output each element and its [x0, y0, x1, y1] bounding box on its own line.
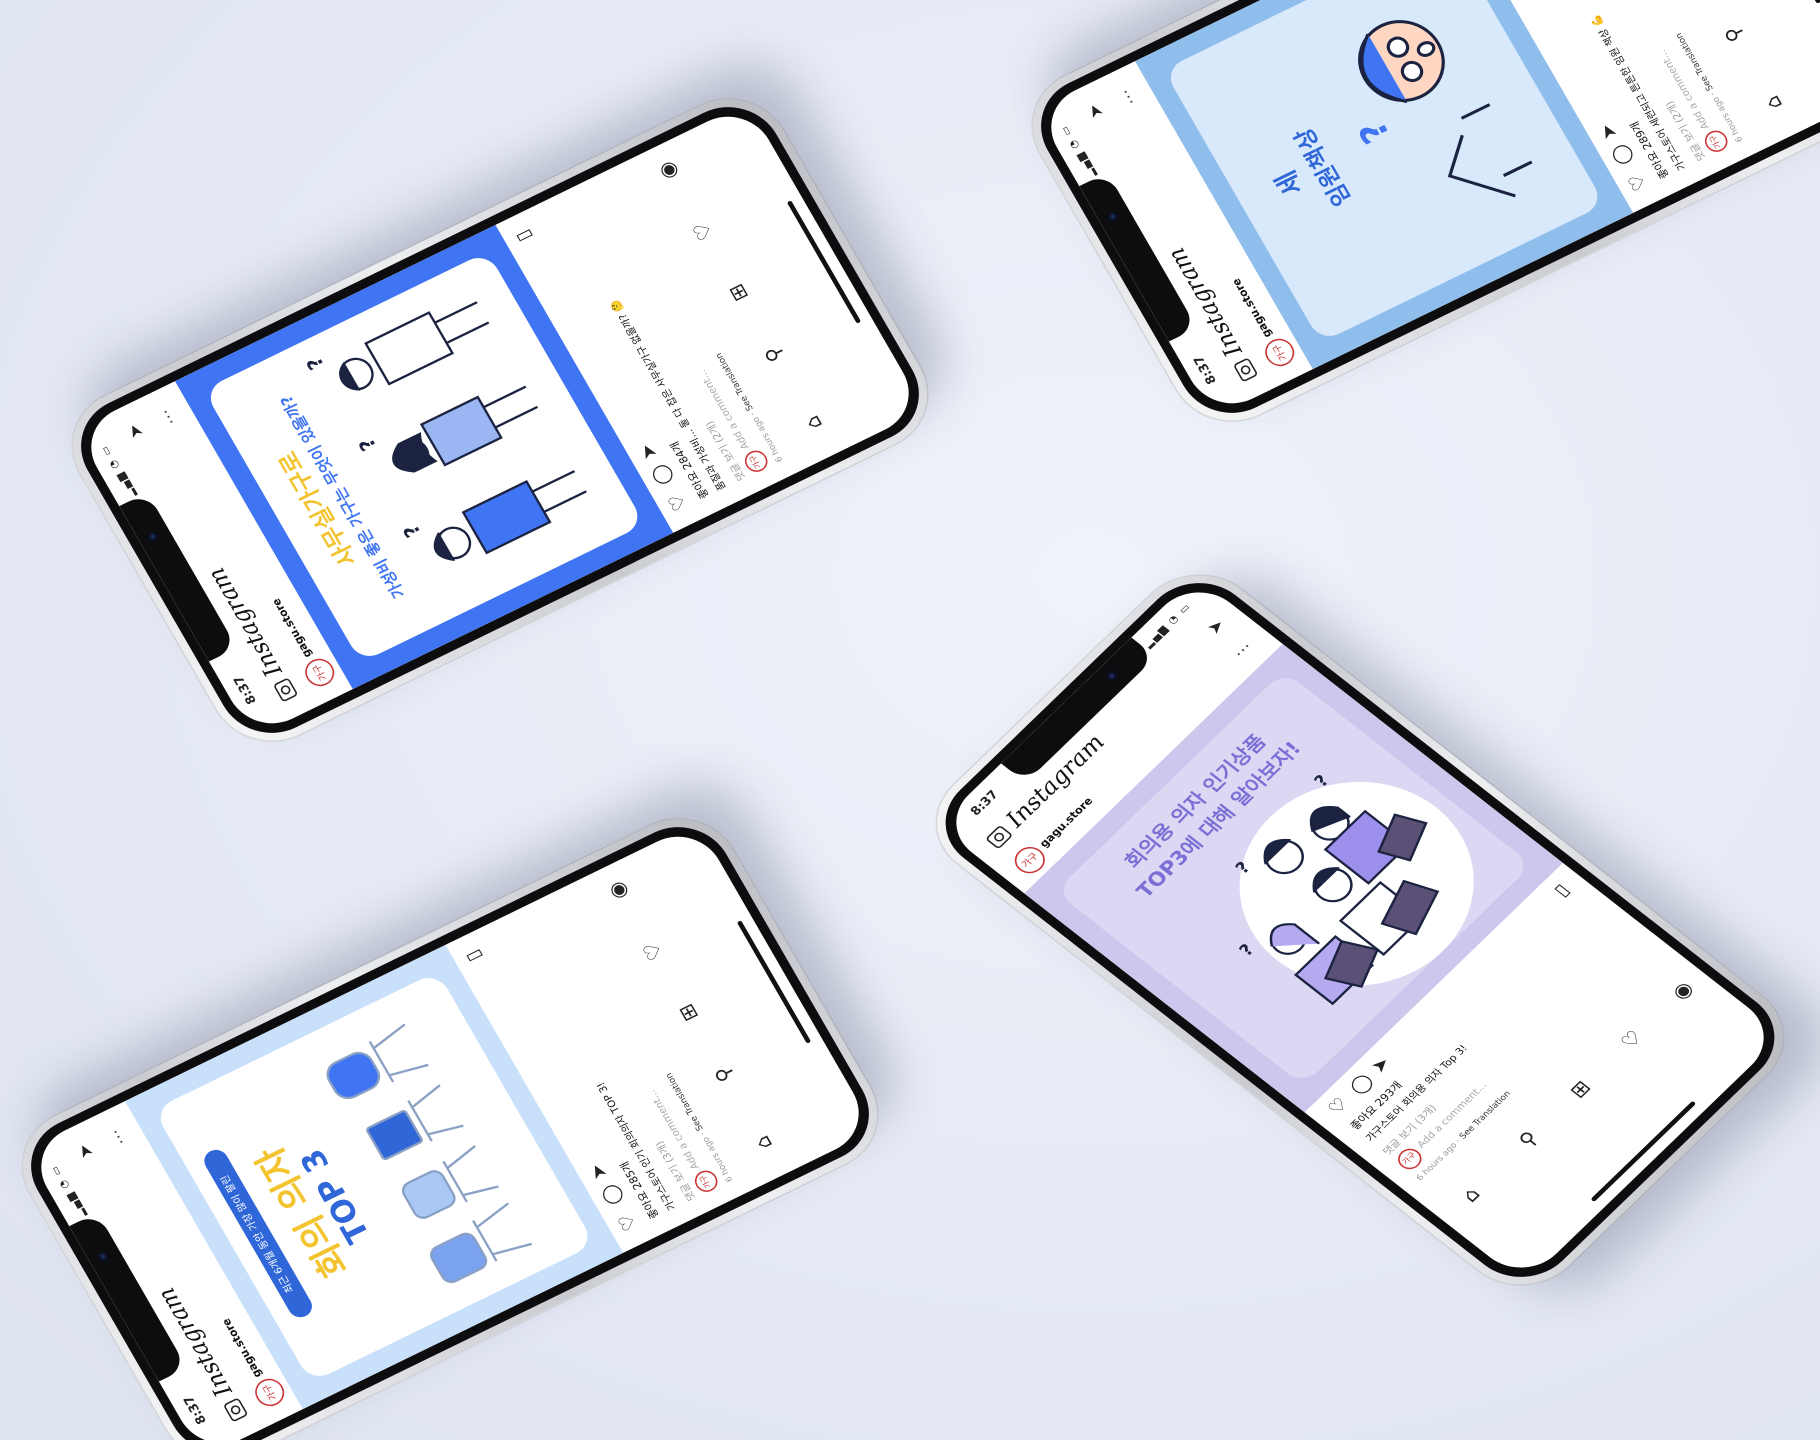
send-icon[interactable]: ➤ [73, 1140, 98, 1161]
heart-icon[interactable]: ♡ [1623, 170, 1651, 194]
comment-icon[interactable]: ◯ [646, 461, 676, 489]
home-icon[interactable]: ⌂ [1760, 92, 1788, 113]
share-icon[interactable]: ➤ [584, 1160, 612, 1183]
comment-icon[interactable]: ◯ [596, 1181, 626, 1209]
add-post-icon[interactable]: ⊞ [724, 280, 754, 305]
comment-icon[interactable]: ◯ [1606, 141, 1636, 169]
avatar[interactable]: 가구 [250, 1374, 290, 1411]
svg-text:?: ? [354, 434, 381, 455]
send-icon[interactable]: ➤ [1203, 616, 1229, 638]
bookmark-icon[interactable]: ▯ [1549, 880, 1574, 901]
more-icon[interactable]: ··· [1116, 85, 1141, 108]
profile-icon[interactable]: ◉ [603, 878, 633, 904]
svg-text:?: ? [398, 521, 425, 542]
more-icon[interactable]: ··· [156, 405, 181, 428]
bookmark-icon[interactable]: ▯ [461, 947, 486, 966]
share-icon[interactable]: ➤ [1594, 120, 1622, 143]
status-time: 8:37 [180, 1393, 210, 1427]
share-icon[interactable]: ➤ [634, 440, 662, 463]
svg-text:?: ? [301, 353, 328, 374]
profile-icon[interactable]: ◉ [653, 158, 683, 184]
search-icon[interactable]: ⚲ [1514, 1127, 1543, 1152]
add-post-icon[interactable]: ⊞ [674, 1000, 704, 1025]
more-icon[interactable]: ··· [106, 1125, 131, 1148]
heart-icon[interactable]: ♡ [663, 490, 691, 514]
home-icon[interactable]: ⌂ [800, 412, 828, 433]
search-icon[interactable]: ⚲ [1720, 22, 1749, 45]
svg-text:?: ? [1351, 114, 1398, 150]
home-icon[interactable]: ⌂ [1458, 1183, 1486, 1206]
avatar[interactable]: 가구 [1260, 334, 1300, 371]
bookmark-icon[interactable]: ▯ [511, 227, 536, 246]
camera-icon[interactable] [1232, 357, 1259, 383]
camera-icon[interactable] [272, 677, 299, 703]
activity-heart-icon[interactable]: ♡ [638, 938, 668, 964]
search-icon[interactable]: ⚲ [760, 342, 789, 365]
share-icon[interactable]: ➤ [1366, 1053, 1395, 1077]
send-icon[interactable]: ➤ [123, 420, 148, 441]
search-icon[interactable]: ⚲ [710, 1062, 739, 1085]
send-icon[interactable]: ➤ [1083, 100, 1108, 121]
phone-office-furniture: 8:37 ▂▄▆ ◔ ▭ Instagram ⌄ ➤ 가구 gagu.store … [51, 79, 949, 761]
status-time: 8:37 [230, 673, 260, 707]
phone-executive-desk: 8:37 ▂▄▆ ◔ ▭ Instagram ➤ 가구 gagu.store ··… [1011, 0, 1820, 441]
phone-meeting-chair-top3: 8:37 ▂▄▆ ◔ ▭ Instagram ⌄ ➤ 가구 gagu.store … [911, 553, 1809, 1307]
avatar: 가구 [1700, 127, 1732, 156]
heart-icon[interactable]: ♡ [613, 1210, 641, 1234]
activity-heart-icon[interactable]: ♡ [1616, 1026, 1648, 1053]
avatar[interactable]: 가구 [300, 654, 340, 691]
comment-icon[interactable]: ◯ [1345, 1070, 1377, 1098]
avatar: 가구 [690, 1167, 722, 1196]
more-icon[interactable]: ··· [1230, 638, 1257, 662]
camera-icon[interactable] [222, 1397, 249, 1423]
instagram-screen: 8:37 ▂▄▆ ◔ ▭ Instagram ⌄ ➤ 가구 gagu.store … [75, 102, 925, 738]
profile-icon[interactable]: ◉ [1667, 977, 1698, 1004]
heart-icon[interactable]: ♡ [1323, 1093, 1352, 1118]
mockup-stage: 8:37 ▂▄▆ ◔ ▭ Instagram ⌄ ➤ 가구 gagu.store … [0, 0, 1820, 1440]
instagram-screen: 8:37 ▂▄▆ ◔ ▭ Instagram ➤ 가구 gagu.store ··… [1035, 0, 1820, 418]
activity-heart-icon[interactable]: ♡ [688, 218, 718, 244]
home-indicator[interactable] [1746, 0, 1820, 4]
status-time: 8:37 [967, 787, 1002, 819]
svg-text:?: ? [1236, 941, 1259, 960]
home-icon[interactable]: ⌂ [750, 1132, 778, 1153]
phone-meeting-chair-bestseller: 8:37 ▂▄▆ ◔ ▭ Instagram ⌄ ➤ 가구 gagu.store … [1, 799, 899, 1440]
avatar: 가구 [740, 447, 772, 476]
camera-icon[interactable] [985, 824, 1014, 850]
add-post-icon[interactable]: ⊞ [1565, 1076, 1596, 1102]
status-time: 8:37 [1190, 353, 1220, 387]
